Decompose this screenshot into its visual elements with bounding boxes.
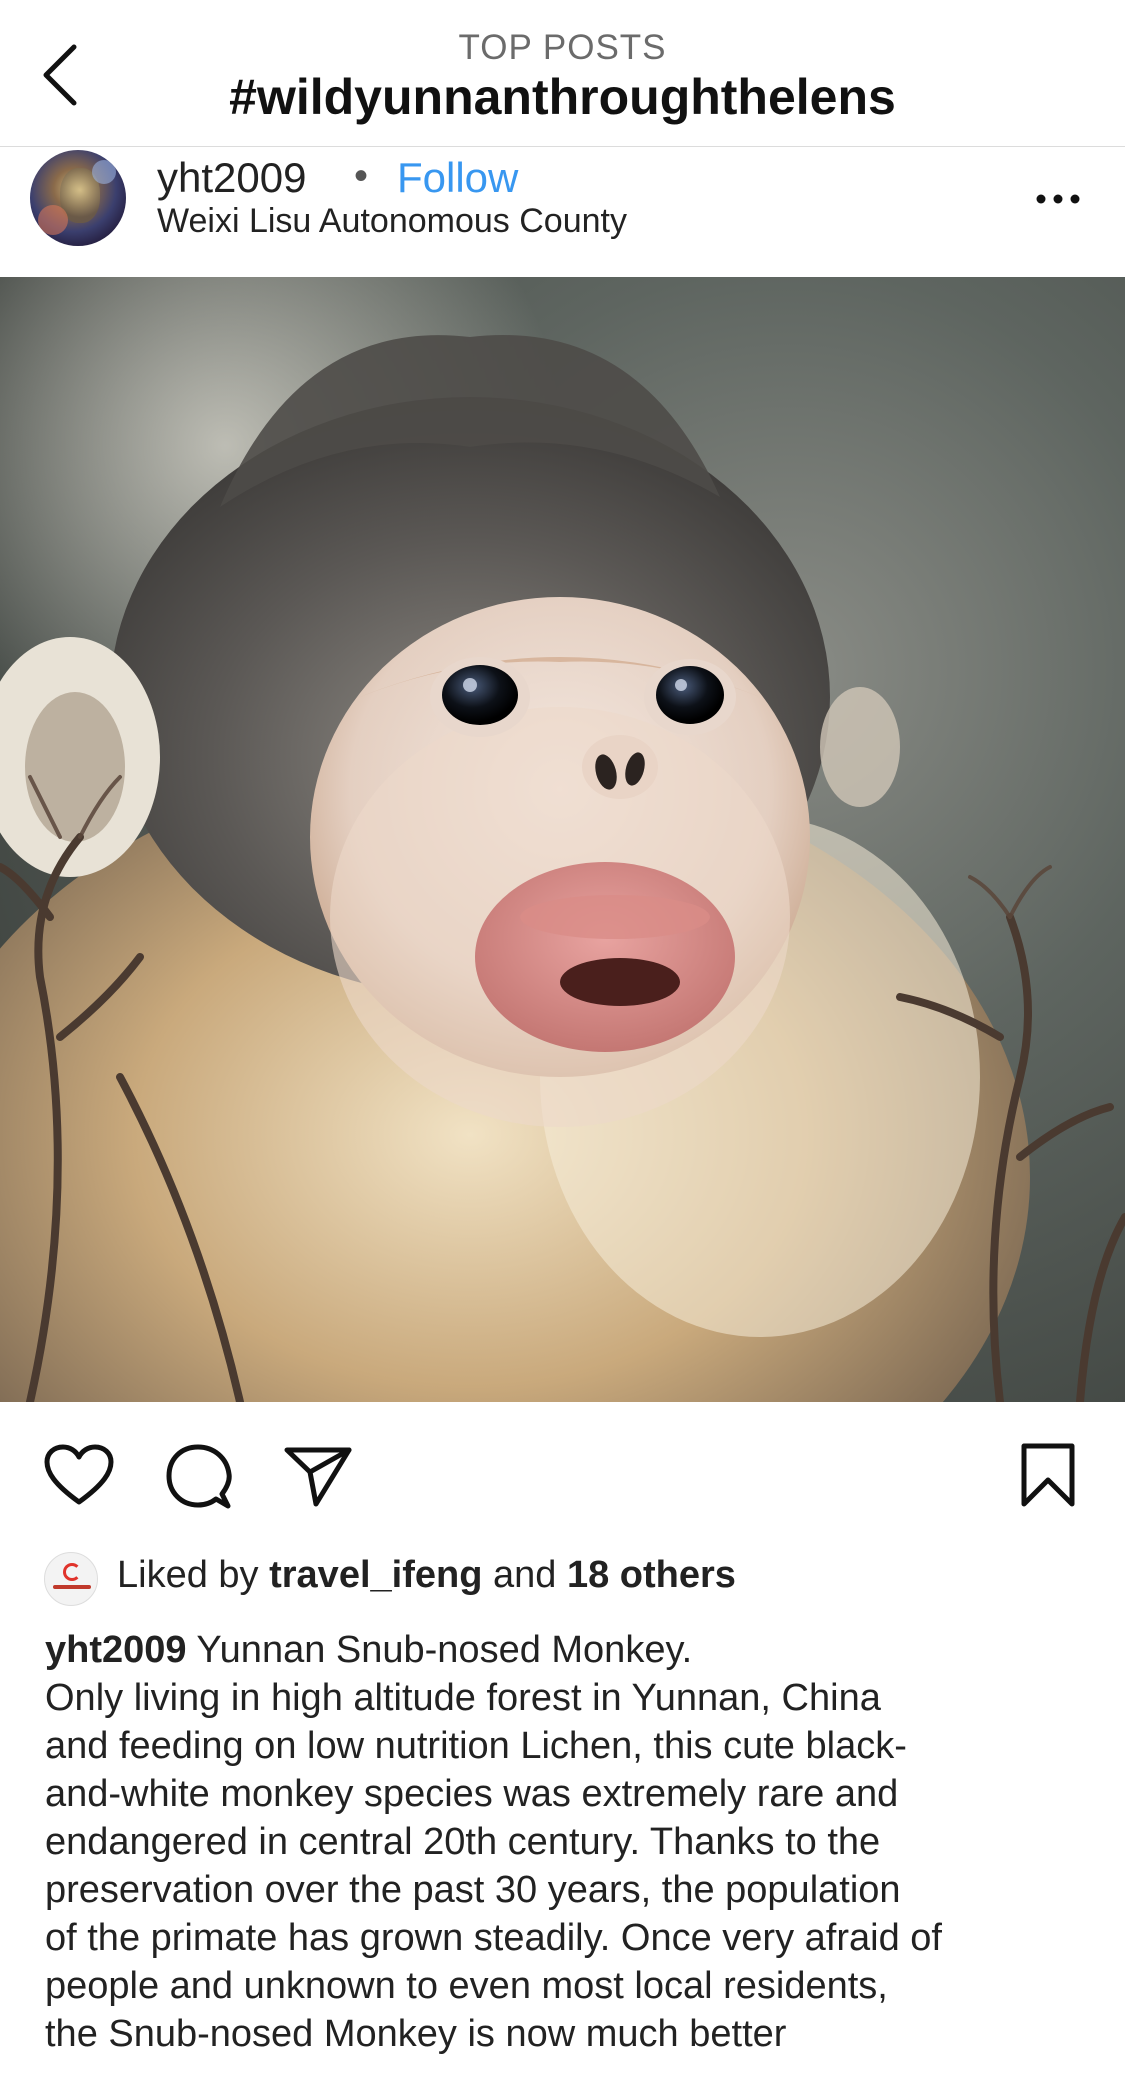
heart-icon xyxy=(44,1444,114,1505)
nav-header: TOP POSTS #wildyunnanthroughthelens xyxy=(0,0,1125,147)
avatar[interactable] xyxy=(30,150,126,246)
comment-bubble-icon xyxy=(166,1444,232,1509)
likes-prefix: Liked by xyxy=(117,1554,259,1596)
post-header: yht2009 • Follow Weixi Lisu Autonomous C… xyxy=(0,146,1125,276)
share-button[interactable] xyxy=(284,1446,352,1513)
action-bar xyxy=(0,1402,1125,1552)
more-horizontal-icon xyxy=(1036,194,1080,204)
likes-summary[interactable]: Liked by travel_ifeng and 18 others xyxy=(117,1554,736,1597)
follow-button[interactable]: Follow xyxy=(397,154,518,202)
caption-line: and-white monkey species was extremely r… xyxy=(45,1773,899,1815)
like-button[interactable] xyxy=(44,1444,114,1511)
post-caption: yht2009 Yunnan Snub-nosed Monkey. Only l… xyxy=(45,1626,1095,2058)
bookmark-icon xyxy=(1021,1443,1075,1507)
caption-username[interactable]: yht2009 xyxy=(45,1629,187,1671)
caption-line: and feeding on low nutrition Lichen, thi… xyxy=(45,1725,907,1767)
caption-line: the Snub-nosed Monkey is now much better xyxy=(45,2013,787,2055)
liker-avatar[interactable] xyxy=(44,1552,98,1606)
liker-username[interactable]: travel_ifeng xyxy=(269,1554,482,1596)
post-image[interactable] xyxy=(0,277,1125,1402)
dot-separator: • xyxy=(354,154,369,198)
likes-middle: and xyxy=(492,1554,557,1596)
caption-line: preservation over the past 30 years, the… xyxy=(45,1869,901,1911)
caption-line: Only living in high altitude forest in Y… xyxy=(45,1677,881,1719)
likes-row: Liked by travel_ifeng and 18 others xyxy=(0,1552,1125,1612)
monkey-photo xyxy=(0,277,1125,1402)
post-location[interactable]: Weixi Lisu Autonomous County xyxy=(157,202,627,241)
caption-line: endangered in central 20th century. Than… xyxy=(45,1821,881,1863)
hashtag-title: #wildyunnanthroughthelens xyxy=(229,69,896,125)
likes-others-link[interactable]: 18 others xyxy=(567,1554,736,1596)
post-username[interactable]: yht2009 xyxy=(157,154,306,202)
more-options-button[interactable] xyxy=(1028,184,1088,214)
save-button[interactable] xyxy=(1020,1442,1076,1513)
comment-button[interactable] xyxy=(166,1444,232,1515)
caption-line: of the primate has grown steadily. Once … xyxy=(45,1917,942,1959)
header-eyebrow: TOP POSTS xyxy=(458,28,667,67)
caption-first-line: Yunnan Snub-nosed Monkey. xyxy=(196,1629,693,1671)
caption-line: people and unknown to even most local re… xyxy=(45,1965,888,2007)
paper-plane-icon xyxy=(284,1447,352,1507)
